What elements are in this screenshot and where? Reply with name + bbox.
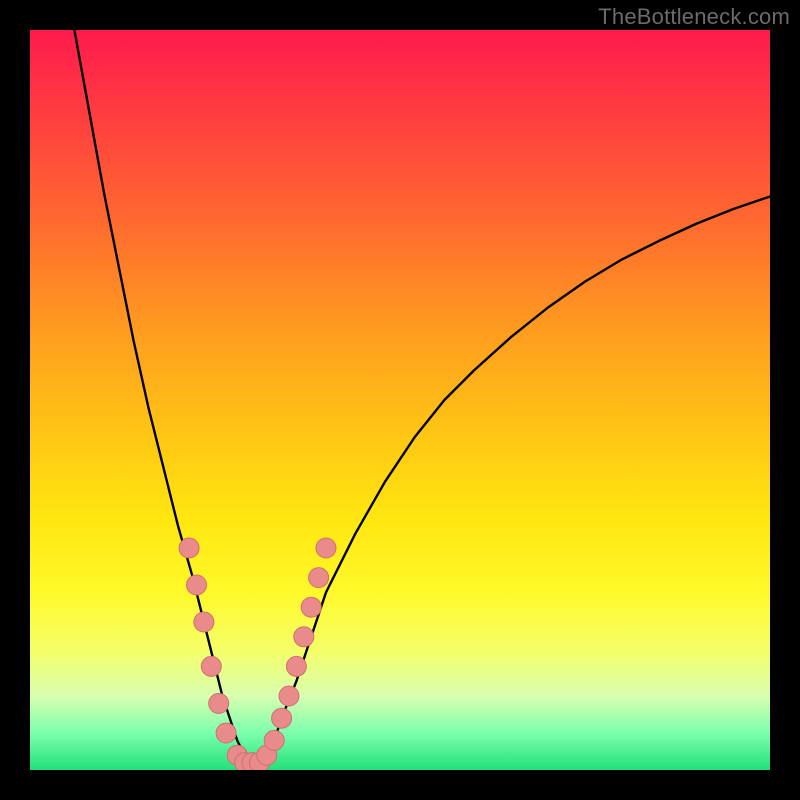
data-marker [294,627,314,647]
data-marker [264,730,284,750]
plot-area [30,30,770,770]
watermark-text: TheBottleneck.com [598,4,790,30]
data-marker [179,538,199,558]
data-marker [216,723,236,743]
data-marker [301,597,321,617]
data-marker [194,612,214,632]
data-marker [286,656,306,676]
data-marker [316,538,336,558]
bottleneck-curve [74,30,770,763]
data-marker [279,686,299,706]
data-marker [201,656,221,676]
data-marker [209,693,229,713]
data-marker [187,575,207,595]
curve-layer [74,30,770,763]
data-marker [272,708,292,728]
marker-layer [179,538,336,770]
data-marker [309,568,329,588]
chart-frame: TheBottleneck.com [0,0,800,800]
plot-svg [30,30,770,770]
